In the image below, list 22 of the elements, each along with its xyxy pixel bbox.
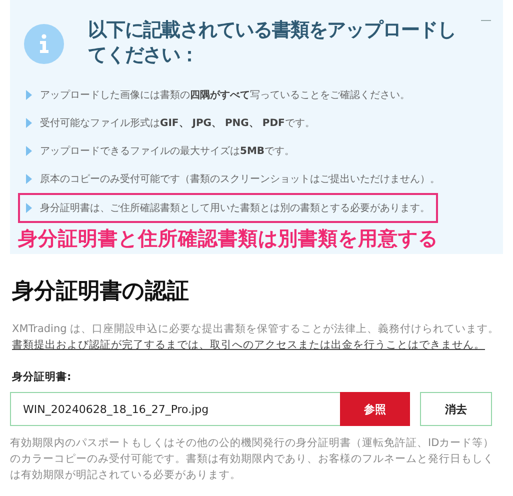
info-icon: [24, 24, 64, 64]
bullet-text: アップロードできるファイルの最大サイズは5MBです。: [40, 144, 295, 158]
bullet-icon: [26, 90, 32, 100]
bullet-icon: [26, 118, 32, 128]
bullet-icon: [26, 203, 32, 214]
annotation-text: 身分証明書と住所確認書類は別書類を用意する: [18, 226, 439, 252]
bullet-icon: [26, 174, 32, 184]
file-field[interactable]: WIN_20240628_18_16_27_Pro.jpg: [10, 392, 340, 426]
bullet-text: 受付可能なファイル形式はGIF、 JPG、 PNG、 PDFです。: [40, 116, 315, 130]
browse-button[interactable]: 参照: [340, 392, 410, 426]
intro-text: XMTrading は、口座開設申込に必要な提出書類を保管することが法律上、義務付けられています。: [12, 322, 500, 336]
help-text: 有効期限内のパスポートもしくはその他の公的機関発行の身分証明書（運転免許証、IDカード等）のカラーコピーのみ受付可能です。書類は有効期限内であり、お客様のフルネームと発行日もしくは有効期限が明記されている必要があります。: [10, 436, 496, 483]
bullet-text: アップロードした画像には書類の四隅がすべて写っていることをご確認ください。: [40, 88, 410, 102]
field-label: 身分証明書:: [12, 370, 72, 384]
section-title: 身分証明書の認証: [12, 278, 190, 306]
bullet-text: 原本のコピーのみ受付可能です（書類のスクリーンショットはご提出いただけません）。: [40, 172, 440, 186]
panel-title: 以下に記載されている書類をアップロードしてください：: [88, 18, 458, 68]
notice-text: 書類提出および認証が完了するまでは、取引へのアクセスまたは出金を行うことはできません。: [12, 338, 486, 352]
clear-button[interactable]: 消去: [420, 392, 492, 426]
bullet-text: 身分証明書は、ご住所確認書類として用いた書類とは別の書類とする必要があります。: [40, 202, 430, 216]
minimize-icon[interactable]: [481, 20, 491, 21]
bullet-icon: [26, 146, 32, 156]
